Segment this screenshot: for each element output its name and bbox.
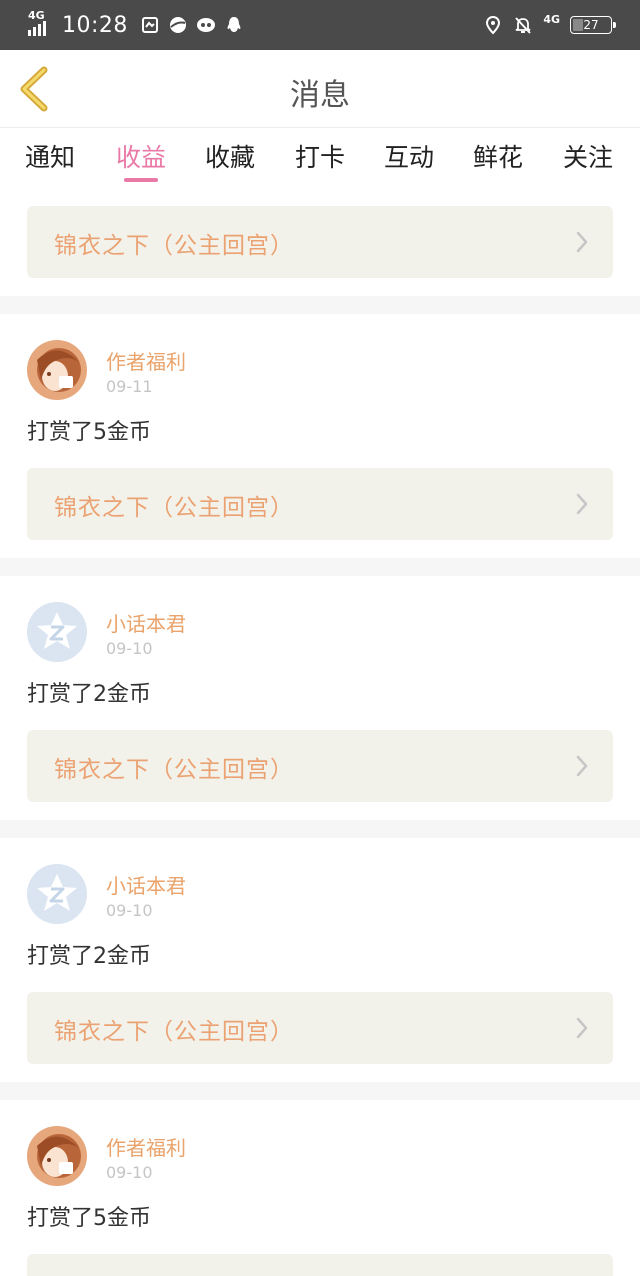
date: 09-10 [106, 639, 153, 658]
username: 小话本君 [106, 874, 186, 898]
status-bar: 4G 10:28 4G 27 [0, 0, 640, 50]
anime-girl-avatar-icon [27, 1126, 87, 1186]
user-avatar[interactable] [27, 340, 87, 400]
tab-checkin[interactable]: 打卡 [285, 138, 355, 174]
username: 作者福利 [106, 350, 186, 374]
username: 作者福利 [106, 1136, 186, 1160]
reward-text: 打赏了5金币 [27, 1206, 151, 1231]
date: 09-10 [106, 1163, 153, 1182]
reward-text: 打赏了5金币 [27, 420, 151, 445]
page-title: 消息 [290, 78, 350, 113]
list-item: 锦衣之下（公主回宫） [0, 190, 640, 296]
date: 09-11 [106, 377, 153, 396]
clock: 10:28 [62, 12, 128, 38]
active-tab-indicator [124, 178, 158, 182]
reward-text: 打赏了2金币 [27, 944, 151, 969]
anime-girl-avatar-icon [27, 340, 87, 400]
book-link[interactable] [27, 1254, 613, 1276]
tab-notifications[interactable]: 通知 [15, 138, 85, 174]
list-item: 作者福利 09-10 打赏了5金币 [0, 1100, 640, 1276]
user-avatar[interactable] [27, 1126, 87, 1186]
status-bar-left: 4G 10:28 [26, 0, 244, 50]
chevron-right-icon [576, 1017, 588, 1039]
network-type-label: 4G [28, 9, 45, 22]
app-mask-icon [196, 18, 215, 32]
book-title: 锦衣之下（公主回宫） [54, 233, 294, 259]
book-link[interactable]: 锦衣之下（公主回宫） [27, 206, 613, 278]
battery-level: 27 [583, 18, 599, 32]
list-item: 小话本君 09-10 打赏了2金币 锦衣之下（公主回宫） [0, 576, 640, 820]
network-type-right: 4G [543, 12, 560, 26]
browser-icon [169, 17, 186, 33]
default-z-avatar-icon [27, 602, 87, 662]
book-title: 锦衣之下（公主回宫） [54, 495, 294, 521]
user-avatar[interactable] [27, 602, 87, 662]
screenshot-icon [141, 17, 158, 33]
status-bar-right: 4G 27 [483, 0, 616, 50]
tab-flowers[interactable]: 鲜花 [463, 138, 533, 174]
chevron-right-icon [576, 493, 588, 515]
reward-text: 打赏了2金币 [27, 682, 151, 707]
tab-interactions[interactable]: 互动 [374, 138, 444, 174]
book-title: 锦衣之下（公主回宫） [54, 1019, 294, 1045]
book-title: 锦衣之下（公主回宫） [54, 757, 294, 783]
tab-following[interactable]: 关注 [553, 138, 623, 174]
book-link[interactable]: 锦衣之下（公主回宫） [27, 730, 613, 802]
list-item: 作者福利 09-11 打赏了5金币 锦衣之下（公主回宫） [0, 314, 640, 558]
default-z-avatar-icon [27, 864, 87, 924]
chevron-right-icon [576, 755, 588, 777]
battery-icon: 27 [570, 16, 616, 34]
book-link[interactable]: 锦衣之下（公主回宫） [27, 992, 613, 1064]
cellular-signal-icon: 4G [26, 10, 54, 40]
tab-favorites[interactable]: 收藏 [195, 138, 265, 174]
user-avatar[interactable] [27, 864, 87, 924]
location-icon [486, 15, 501, 35]
qq-icon [227, 17, 241, 32]
chevron-right-icon [576, 231, 588, 253]
date: 09-10 [106, 901, 153, 920]
list-item: 小话本君 09-10 打赏了2金币 锦衣之下（公主回宫） [0, 838, 640, 1082]
tab-bar: 通知 收益 收藏 打卡 互动 鲜花 关注 [0, 128, 640, 190]
username: 小话本君 [106, 612, 186, 636]
notifications-off-icon [515, 17, 532, 34]
book-link[interactable]: 锦衣之下（公主回宫） [27, 468, 613, 540]
tab-earnings[interactable]: 收益 [106, 138, 176, 174]
title-bar: 消息 [0, 50, 640, 128]
message-list: 锦衣之下（公主回宫） 作者福利 09-11 打赏了5金币 锦衣之下（公主回宫） [0, 190, 640, 1276]
